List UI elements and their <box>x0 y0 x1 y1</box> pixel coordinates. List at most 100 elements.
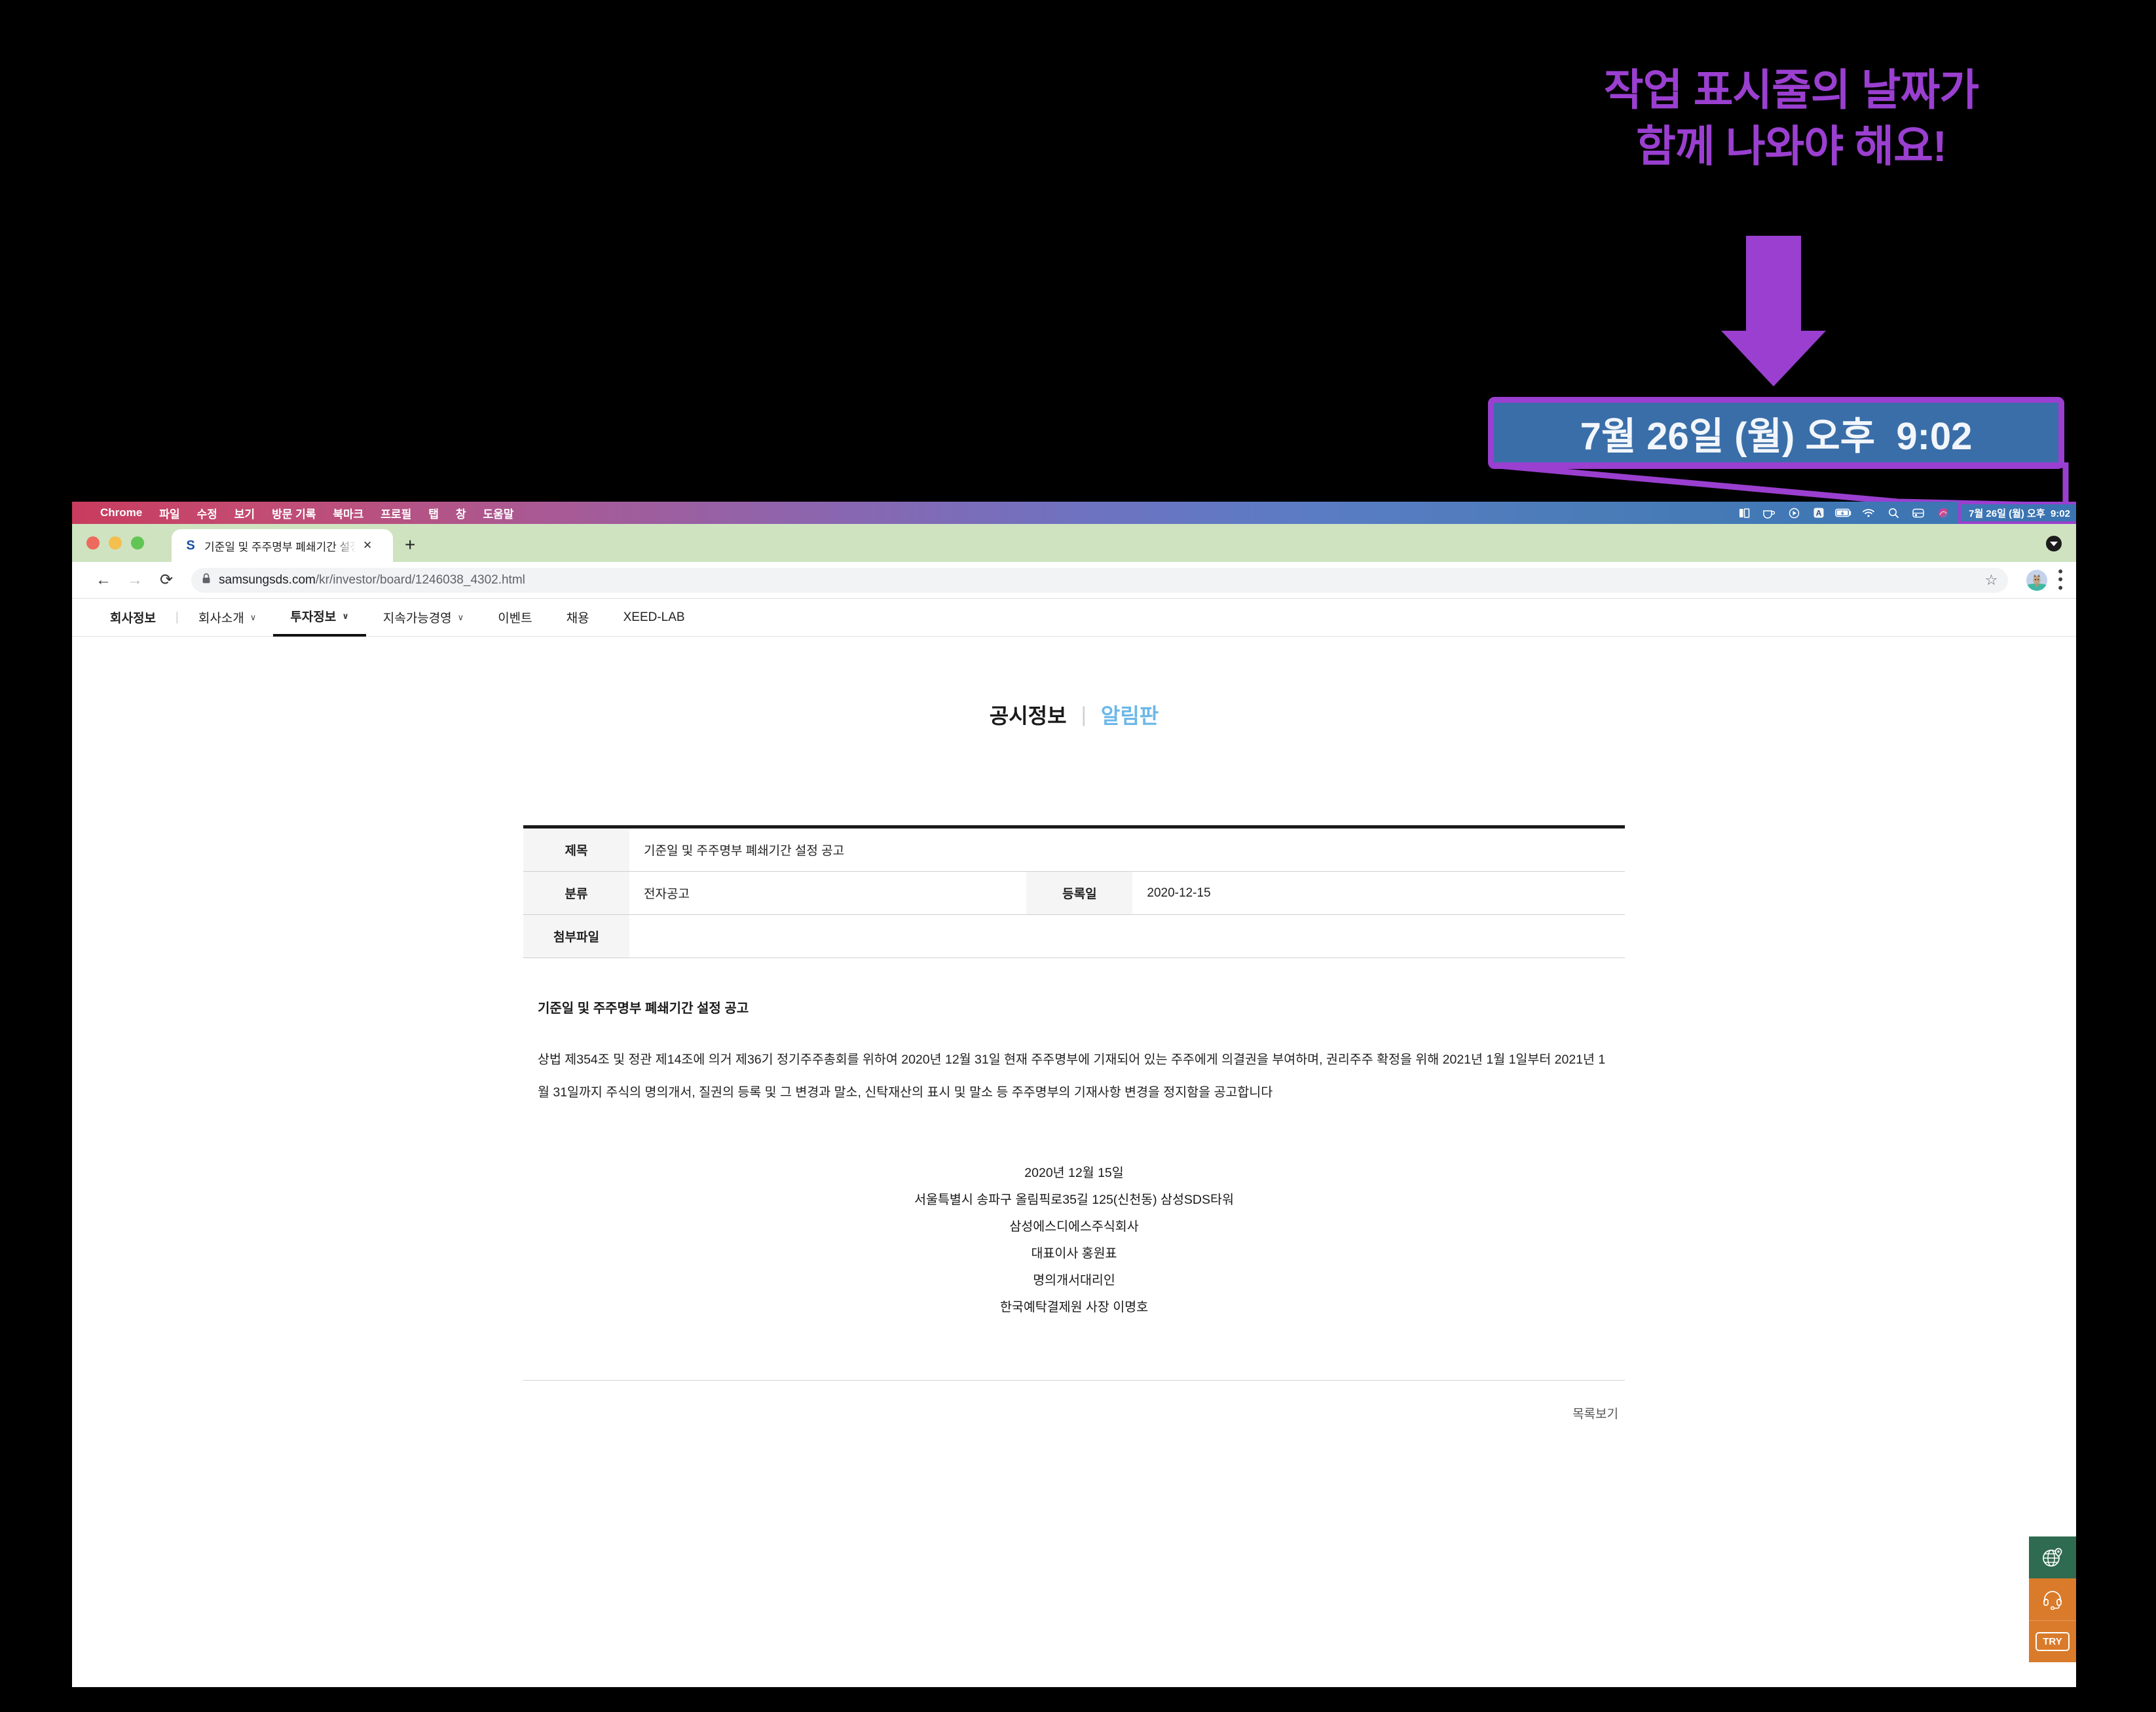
annotation-callout-text: 작업 표시줄의 날짜가 함께 나와야 해요! <box>1603 65 1979 170</box>
table-row: 첨부파일 <box>523 914 1625 958</box>
nav-label-about: 회사소개 <box>198 612 244 625</box>
nav-item-xeed-lab[interactable]: XEED-LAB <box>606 599 702 637</box>
menubar-item-view[interactable]: 보기 <box>226 505 263 521</box>
table-value-attachment <box>629 914 1625 958</box>
menubar-item-history[interactable]: 방문 기록 <box>263 505 324 521</box>
signature-line-address: 서울특별시 송파구 올림픽로35길 125(신천동) 삼성SDS타워 <box>914 1193 1234 1208</box>
bookmark-star-icon[interactable]: ☆ <box>1985 572 1998 589</box>
nav-label-recruit: 채용 <box>566 612 589 625</box>
menubar-app-name[interactable]: Chrome <box>92 506 151 519</box>
nav-label-event: 이벤트 <box>498 612 532 625</box>
chevron-down-icon: ∨ <box>250 612 257 622</box>
chevron-down-icon: ∨ <box>457 612 464 622</box>
nav-item-sustainability[interactable]: 지속가능경영 ∨ <box>366 599 481 637</box>
menubar-item-tab[interactable]: 탭 <box>420 505 447 521</box>
lock-icon <box>202 573 211 587</box>
menubar-item-window[interactable]: 창 <box>447 505 475 521</box>
battery-charging-icon[interactable] <box>1831 502 1856 524</box>
forward-button[interactable]: → <box>119 567 151 593</box>
table-label-category: 분류 <box>523 871 629 915</box>
table-label-title: 제목 <box>523 827 629 872</box>
table-label-registered-date: 등록일 <box>1026 871 1133 915</box>
view-list-link[interactable]: 목록보기 <box>1572 1407 1618 1421</box>
globe-location-icon[interactable] <box>2029 1536 2076 1578</box>
menubar-status-items: A 7월 26일 (월) 오후 9:02 <box>1732 502 2076 524</box>
chrome-menu-icon[interactable]: • • • <box>2058 565 2063 595</box>
tab-close-icon[interactable]: ✕ <box>363 539 372 552</box>
floating-action-buttons: TRY <box>2029 1536 2076 1662</box>
page-title: 공시정보 | 알림판 <box>72 699 2076 730</box>
menubar-item-help[interactable]: 도움말 <box>475 505 523 521</box>
page-title-left: 공시정보 <box>989 704 1067 728</box>
back-button[interactable]: ← <box>88 567 119 593</box>
list-link-row: 목록보기 <box>523 1404 1625 1422</box>
control-center-icon[interactable] <box>1906 502 1931 524</box>
tab-title: 기준일 및 주주명부 폐쇄기간 설정 공 <box>204 540 356 553</box>
nav-label-investor: 투자정보 <box>290 610 337 624</box>
address-bar-url: samsungsds.com/kr/investor/board/1246038… <box>219 573 525 587</box>
notice-info-table: 제목 기준일 및 주주명부 폐쇄기간 설정 공고 분류 전자공고 등록일 202… <box>523 825 1625 958</box>
menubar-item-profiles[interactable]: 프로필 <box>372 505 420 521</box>
url-domain: samsungsds.com <box>219 572 316 587</box>
reload-button[interactable]: ⟳ <box>151 567 182 593</box>
signature-line-transfer-agent-label: 명의개서대리인 <box>1033 1273 1115 1288</box>
play-circle-icon[interactable] <box>1781 502 1806 524</box>
nav-label-company-info: 회사정보 <box>110 612 156 625</box>
content-divider <box>523 1380 1625 1381</box>
browser-tab-active[interactable]: S 기준일 및 주주명부 폐쇄기간 설정 공 ✕ <box>172 529 393 562</box>
signature-block: 2020년 12월 15일 서울특별시 송파구 올림픽로35길 125(신천동)… <box>72 1160 2076 1321</box>
wifi-icon[interactable] <box>1856 502 1881 524</box>
macos-menubar: Chrome 파일 수정 보기 방문 기록 북마크 프로필 탭 창 도움말 A <box>72 502 2076 524</box>
address-bar[interactable]: samsungsds.com/kr/investor/board/1246038… <box>191 567 2009 593</box>
article-title: 기준일 및 주주명부 폐쇄기간 설정 공고 <box>538 1001 749 1016</box>
try-button[interactable]: TRY <box>2029 1620 2076 1662</box>
window-zoom-button[interactable] <box>131 536 144 549</box>
signature-line-transfer-agent: 한국예탁결제원 사장 이명호 <box>999 1300 1149 1315</box>
spotlight-search-icon[interactable] <box>1881 502 1906 524</box>
nav-label-xeed-lab: XEED-LAB <box>623 610 685 624</box>
page-title-divider: | <box>1081 702 1087 726</box>
apple-logo-icon[interactable] <box>81 512 92 514</box>
article-body: 상법 제354조 및 정관 제14조에 의거 제36기 정기주주총회를 위하여 … <box>538 1052 1606 1100</box>
page-title-active: 알림판 <box>1100 704 1159 728</box>
menubar-item-bookmarks[interactable]: 북마크 <box>324 505 372 521</box>
try-button-label: TRY <box>2035 1632 2070 1651</box>
cat-avatar[interactable] <box>2026 569 2048 591</box>
window-close-button[interactable] <box>86 536 100 549</box>
down-arrow-icon <box>1721 236 1826 386</box>
menubar-clock[interactable]: 7월 26일 (월) 오후 9:02 <box>1958 502 2076 524</box>
new-tab-button[interactable]: + <box>405 536 415 554</box>
window-minimize-button[interactable] <box>109 536 122 549</box>
table-value-category: 전자공고 <box>629 871 1027 915</box>
site-navigation: 회사정보 | 회사소개 ∨ 투자정보 ∨ 지속가능경영 ∨ 이벤트 채용 XEE… <box>72 599 2076 637</box>
signature-line-company: 삼성에스디에스주식회사 <box>1009 1219 1139 1235</box>
sidebar-item-company-info[interactable]: 회사정보 <box>110 599 173 637</box>
browser-window: Chrome 파일 수정 보기 방문 기록 북마크 프로필 탭 창 도움말 A <box>72 502 2076 1687</box>
browser-toolbar: ← → ⟳ samsungsds.com/kr/investor/board/1… <box>72 562 2076 599</box>
magnified-clock-callout: 7월 26일 (월) 오후 9:02 <box>1488 397 2064 469</box>
url-path: /kr/investor/board/1246038_4302.html <box>315 572 525 587</box>
table-label-attachment: 첨부파일 <box>523 914 629 958</box>
window-traffic-lights <box>86 536 144 549</box>
input-source-a-icon[interactable]: A <box>1806 502 1831 524</box>
page-content: 공시정보 | 알림판 제목 기준일 및 주주명부 폐쇄기간 설정 공고 분류 전… <box>72 637 2076 1687</box>
signature-line-ceo: 대표이사 홍원표 <box>1031 1246 1117 1261</box>
nav-item-about[interactable]: 회사소개 ∨ <box>181 599 273 637</box>
table-row: 분류 전자공고 등록일 2020-12-15 <box>523 871 1625 915</box>
nav-item-investor[interactable]: 투자정보 ∨ <box>273 599 366 637</box>
nav-item-recruit[interactable]: 채용 <box>549 599 606 637</box>
svg-text:A: A <box>1816 509 1822 518</box>
headset-icon[interactable] <box>2029 1578 2076 1620</box>
chevron-down-icon: ∨ <box>342 610 349 621</box>
split-view-icon[interactable] <box>1732 502 1756 524</box>
tab-favicon-samsungsds: S <box>186 538 195 553</box>
amphetamine-coffee-icon[interactable] <box>1756 502 1781 524</box>
magnified-clock-value: 7월 26일 (월) 오후 9:02 <box>1580 415 1973 458</box>
nav-divider: | <box>175 610 179 624</box>
nav-label-sustainability: 지속가능경영 <box>382 612 452 625</box>
nav-item-event[interactable]: 이벤트 <box>481 599 549 637</box>
menubar-item-edit[interactable]: 수정 <box>189 505 226 521</box>
siri-icon[interactable] <box>1931 502 1956 524</box>
tab-search-chevron-down-icon[interactable] <box>2046 536 2062 551</box>
menubar-item-file[interactable]: 파일 <box>151 505 188 521</box>
